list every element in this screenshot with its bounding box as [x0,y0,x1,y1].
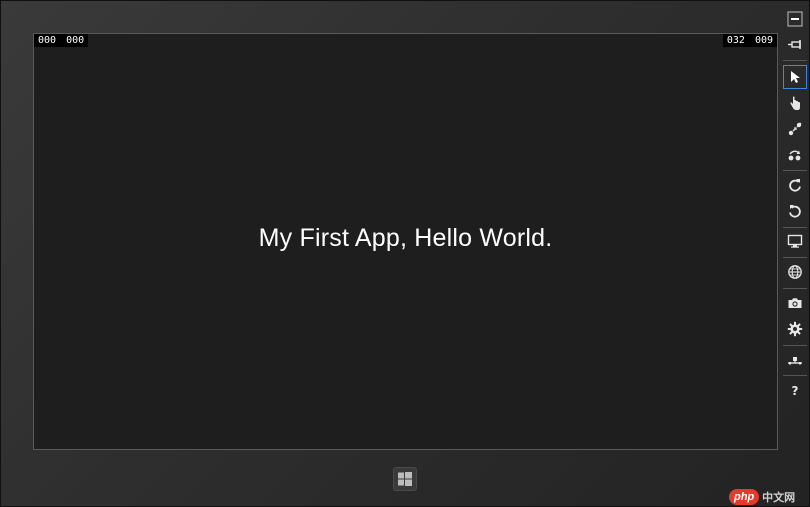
windows-start-button[interactable] [393,467,417,491]
rotation-touch-mode-button[interactable] [783,143,807,167]
counter-value: 000 [66,35,85,46]
simulator-window: 000 000 032 009 My First App, Hello Worl… [0,0,810,507]
toolbar-separator [783,375,807,376]
watermark-text: 中文网 [762,491,796,504]
camera-icon [788,298,802,308]
app-screen[interactable]: 000 000 032 009 My First App, Hello Worl… [33,33,778,450]
help-button[interactable]: ? [783,379,807,403]
rotation-touch-icon [788,150,801,161]
windows-logo-icon [398,472,412,486]
toolbar-separator [783,345,807,346]
cursor-arrow-icon [791,71,800,83]
change-resolution-button[interactable] [783,229,807,253]
rotate-counterclockwise-icon [789,205,801,218]
always-on-top-button[interactable] [783,33,807,57]
pinch-zoom-touch-mode-button[interactable] [783,117,807,141]
screenshot-settings-button[interactable] [783,317,807,341]
toolbar-separator [783,227,807,228]
basic-touch-mode-button[interactable] [783,91,807,115]
help-icon: ? [791,384,799,398]
monitor-icon [787,234,803,248]
toolbar-separator [783,170,807,171]
gear-icon [787,321,803,337]
simulator-toolbar: ? [781,7,809,407]
pinch-zoom-icon [788,122,802,136]
copy-screenshot-button[interactable] [783,291,807,315]
toolbar-separator [783,288,807,289]
counter-value: 009 [754,35,773,46]
watermark-logo: php [729,489,760,505]
change-network-properties-button[interactable] [783,348,807,372]
minimize-button[interactable] [783,7,807,31]
toolbar-separator [783,257,807,258]
frame-rate-counter-left: 000 000 [34,34,89,47]
pin-icon [788,40,801,49]
app-hello-text: My First App, Hello World. [258,224,553,252]
network-icon [788,357,802,365]
mouse-mode-button[interactable] [783,65,807,89]
hand-pointer-icon [790,96,800,110]
rotate-clockwise-icon [789,179,801,192]
site-watermark: php 中文网 [729,487,795,507]
frame-rate-counter-right: 032 009 [722,34,777,47]
counter-value: 000 [38,35,57,46]
set-location-button[interactable] [783,260,807,284]
globe-icon [788,265,802,279]
rotate-counterclockwise-button[interactable] [783,199,807,223]
toolbar-separator [783,60,807,61]
minimize-icon [787,11,803,27]
rotate-clockwise-button[interactable] [783,173,807,197]
counter-value: 032 [726,35,745,46]
